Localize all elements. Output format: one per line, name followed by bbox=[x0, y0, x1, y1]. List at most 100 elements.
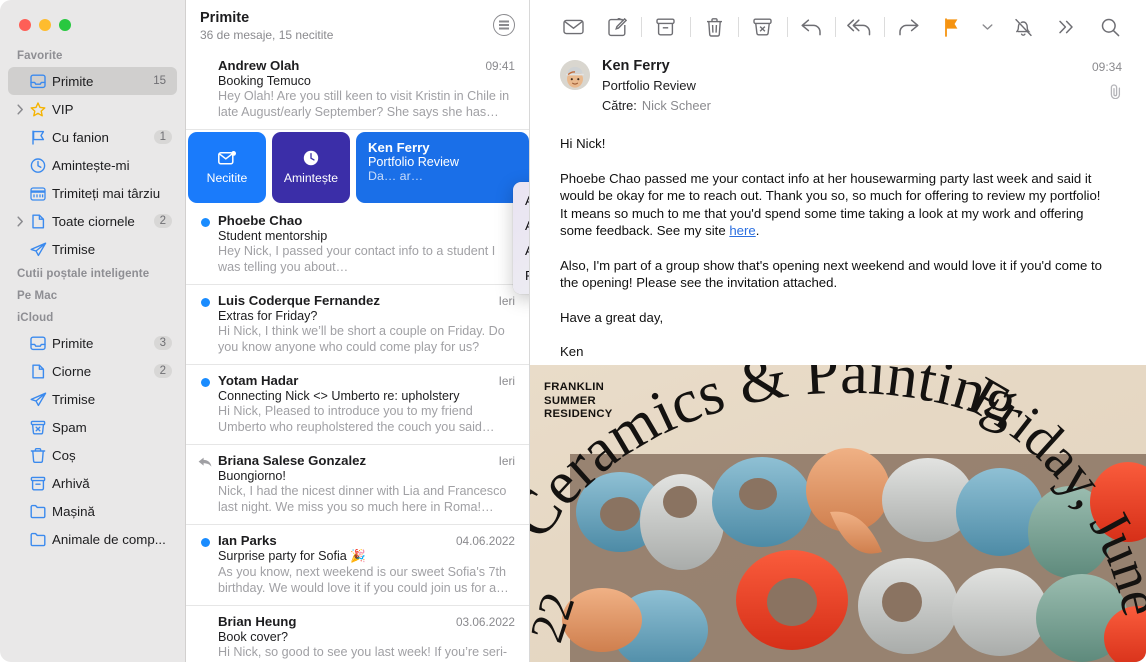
compose-icon[interactable] bbox=[596, 7, 640, 47]
swipe-action-label: Necitite bbox=[206, 170, 248, 185]
toolbar-divider bbox=[738, 17, 740, 37]
sidebar-item-label: Amintește-mi bbox=[52, 157, 130, 173]
sidebar-item-label: Primite bbox=[52, 335, 94, 351]
toolbar-divider bbox=[786, 17, 788, 37]
archive-icon[interactable] bbox=[644, 7, 688, 47]
unread-dot bbox=[201, 538, 210, 547]
list-item[interactable]: Andrew Olah 09:41 Booking Temuco Hey Ola… bbox=[186, 50, 529, 130]
toolbar-divider bbox=[689, 17, 691, 37]
sender-name: Briana Salese Gonzalez bbox=[218, 453, 367, 468]
list-item[interactable]: Brian Heung 03.06.2022 Book cover? Hi Nick,… bbox=[186, 606, 529, 662]
flag-icon[interactable] bbox=[930, 7, 974, 47]
page-title: Primite bbox=[200, 10, 250, 26]
context-menu-item[interactable]: Amintește-mi mâine bbox=[513, 238, 529, 263]
email-body: Hi Nick! Phoebe Chao passed me your cont… bbox=[530, 113, 1146, 378]
sidebar-item-trimise[interactable]: Trimise bbox=[8, 235, 177, 263]
attachment-poster[interactable]: FRANKLIN SUMMER RESIDENCY eramics & Pain… bbox=[530, 365, 1146, 662]
close-button[interactable] bbox=[19, 19, 31, 31]
swipe-action-remind[interactable]: Amintește bbox=[272, 132, 350, 203]
email-header-main: Ken Ferry Portfolio Review Către: Nick Sc… bbox=[602, 58, 1092, 113]
context-menu-item[interactable]: Amintește-mi diseară bbox=[513, 213, 529, 238]
list-item[interactable]: Yotam Hadar Ieri Connecting Nick <> Umbert… bbox=[186, 365, 529, 445]
reply-all-icon[interactable] bbox=[838, 7, 882, 47]
message-date: 09:41 bbox=[485, 59, 515, 73]
body-closing: Have a great day, bbox=[560, 309, 664, 325]
window-controls bbox=[0, 0, 185, 31]
sender-name: Ken Ferry bbox=[368, 140, 430, 155]
forward-icon[interactable] bbox=[887, 7, 931, 47]
message-subject: Extras for Friday? bbox=[218, 309, 318, 323]
unread-dot bbox=[201, 298, 210, 307]
context-menu-item[interactable]: Reamintire ulterioară… bbox=[513, 263, 529, 288]
sender-name: Ken Ferry bbox=[602, 58, 670, 74]
chevron-right-icon[interactable] bbox=[14, 103, 27, 115]
swipe-message-card[interactable]: Ken Ferry Portfolio Review Da… ar… bbox=[356, 132, 529, 203]
search-icon[interactable] bbox=[1088, 7, 1132, 47]
mail-window: Favorite Primite 15 VIP Cu fanion 1 Amintește-… bbox=[0, 0, 1146, 662]
sidebar-item-trimite-i-mai-t-rziu[interactable]: Trimiteți mai târziu bbox=[8, 179, 177, 207]
context-menu-item[interactable]: Amintește-mi peste o oră bbox=[513, 188, 529, 213]
sidebar-item-cu-fanion[interactable]: Cu fanion 1 bbox=[8, 123, 177, 151]
site-link[interactable]: here bbox=[729, 223, 755, 238]
more-icon[interactable] bbox=[1045, 7, 1089, 47]
swipe-action-mark-unread[interactable]: Necitite bbox=[188, 132, 266, 203]
list-item[interactable]: Luis Coderque Fernandez Ieri Extras for Fr… bbox=[186, 285, 529, 365]
sidebar-section-header: iCloud bbox=[17, 312, 54, 324]
sidebar-item-label: Animale de comp... bbox=[52, 531, 166, 547]
sidebar-item-co[interactable]: Coș bbox=[8, 441, 177, 469]
junk-icon[interactable] bbox=[741, 7, 785, 47]
message-preview: Hi Nick, Pleased to introduce you to my … bbox=[218, 404, 495, 434]
email-time: 09:34 bbox=[1091, 60, 1122, 74]
sidebar-item-toate-ciornele[interactable]: Toate ciornele 2 bbox=[8, 207, 177, 235]
body-greeting: Hi Nick! bbox=[560, 136, 606, 151]
toolbar-divider bbox=[883, 17, 885, 37]
chevron-right-icon[interactable] bbox=[14, 215, 27, 227]
sidebar-item-arhiv[interactable]: Arhivă bbox=[8, 469, 177, 497]
sidebar-item-ma-in[interactable]: Mașină bbox=[8, 497, 177, 525]
recipient-row: Către: Nick Scheer bbox=[602, 98, 1092, 113]
message-date: 04.06.2022 bbox=[455, 534, 515, 548]
sidebar-item-animale-de-comp[interactable]: Animale de comp... bbox=[8, 525, 177, 553]
unread-badge: 3 bbox=[153, 336, 172, 350]
message-date: 03.06.2022 bbox=[455, 615, 515, 629]
body-para1-text: Phoebe Chao passed me your contact info … bbox=[560, 170, 1101, 239]
list-item[interactable]: Ian Parks 04.06.2022 Surprise party for So… bbox=[186, 525, 529, 606]
sidebar: Favorite Primite 15 VIP Cu fanion 1 Amintește-… bbox=[0, 0, 186, 662]
sidebar-item-label: Mașină bbox=[52, 503, 95, 519]
list-item[interactable]: Briana Salese Gonzalez Ieri Buongiorno! Nic… bbox=[186, 445, 529, 525]
message-preview: Hey Nick, I passed your contact info to … bbox=[218, 244, 496, 274]
paper-plane-icon bbox=[27, 242, 49, 257]
sidebar-item-label: Primite bbox=[52, 73, 94, 89]
sidebar-item-aminte-te-mi[interactable]: Amintește-mi bbox=[8, 151, 177, 179]
reminder-context-menu: Amintește-mi peste o orăAmintește-mi dis… bbox=[513, 182, 529, 294]
sidebar-item-spam[interactable]: Spam bbox=[8, 413, 177, 441]
poster-headline: Ceramics & Painting Friday, June 22 bbox=[530, 365, 1146, 648]
sidebar-item-label: Arhivă bbox=[52, 475, 90, 491]
body-paragraph-1: Phoebe Chao passed me your contact info … bbox=[560, 170, 1106, 240]
memoji-avatar bbox=[560, 60, 590, 90]
swipe-action-row: Necitite Amintește Ken Ferry Portfolio R… bbox=[186, 130, 529, 205]
sidebar-item-trimise[interactable]: Trimise bbox=[8, 385, 177, 413]
mute-icon[interactable] bbox=[1001, 7, 1045, 47]
sidebar-item-ciorne[interactable]: Ciorne 2 bbox=[8, 357, 177, 385]
minimize-button[interactable] bbox=[39, 19, 51, 31]
paperclip-icon[interactable] bbox=[1092, 84, 1122, 104]
filter-icon[interactable] bbox=[493, 14, 515, 36]
message-date: Ieri bbox=[498, 294, 515, 308]
trash-icon[interactable] bbox=[693, 7, 737, 47]
sidebar-item-label: Cu fanion bbox=[52, 129, 109, 145]
toolbar-divider bbox=[835, 17, 837, 37]
body-paragraph-2: Also, I'm part of a group show that's op… bbox=[560, 257, 1102, 291]
mark-unread-icon[interactable] bbox=[552, 7, 596, 47]
sidebar-item-primite[interactable]: Primite 3 bbox=[8, 329, 177, 357]
zoom-button[interactable] bbox=[59, 19, 71, 31]
sidebar-item-primite[interactable]: Primite 15 bbox=[8, 67, 177, 95]
replied-icon bbox=[198, 456, 212, 474]
sidebar-list: Favorite Primite 15 VIP Cu fanion 1 Amintește-… bbox=[0, 31, 185, 553]
email-subject: Portfolio Review bbox=[602, 78, 696, 93]
sidebar-item-vip[interactable]: VIP bbox=[8, 95, 177, 123]
reply-icon[interactable] bbox=[790, 7, 834, 47]
junk-icon bbox=[27, 420, 49, 435]
chevron-down-icon[interactable] bbox=[974, 7, 1002, 47]
list-item[interactable]: Phoebe Chao Student mentorship Hey Nick, I… bbox=[186, 205, 529, 285]
